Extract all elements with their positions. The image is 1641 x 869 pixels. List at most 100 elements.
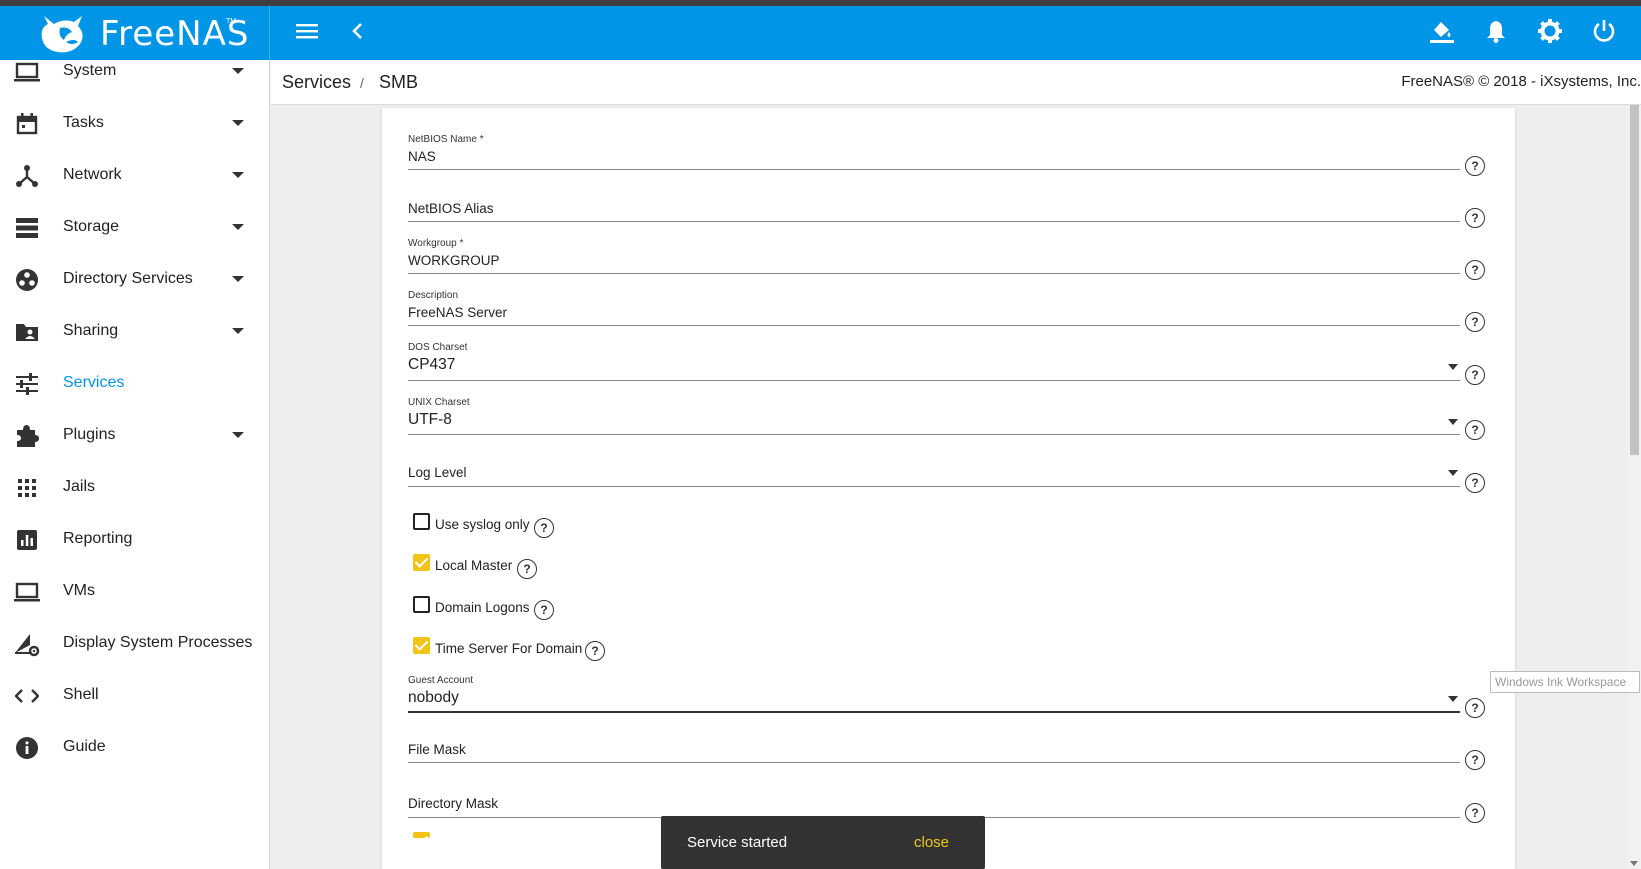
trademark: TM bbox=[226, 18, 237, 25]
sidebar-item-label: Guide bbox=[63, 738, 106, 755]
scroll-down-arrow-icon[interactable] bbox=[1630, 861, 1638, 866]
page-scrollbar[interactable] bbox=[1627, 105, 1641, 869]
grid-icon bbox=[14, 475, 40, 501]
sidebar-item-jails[interactable]: Jails bbox=[0, 466, 270, 510]
dropdown-arrow-icon bbox=[1448, 364, 1458, 370]
local-master-checkbox[interactable] bbox=[413, 554, 430, 571]
local-master-label: Local Master bbox=[435, 558, 513, 573]
breadcrumb-current: SMB bbox=[379, 72, 419, 92]
sidebar-item-shell[interactable]: Shell bbox=[0, 674, 270, 718]
netbios-name-field[interactable]: NetBIOS Name * NAS bbox=[408, 134, 1460, 174]
caret-down-icon bbox=[232, 224, 244, 230]
sidebar-item-reporting[interactable]: Reporting bbox=[0, 518, 270, 562]
field-underline bbox=[408, 221, 1460, 222]
copyright-text: FreeNAS® © 2018 - iXsystems, Inc. bbox=[1401, 73, 1641, 90]
menu-button[interactable] bbox=[293, 19, 321, 47]
domain-logons-checkbox[interactable] bbox=[413, 596, 430, 613]
dos-charset-value: CP437 bbox=[408, 356, 456, 373]
guest-account-select[interactable]: Guest Account nobody bbox=[408, 675, 1460, 719]
sidebar-item-tasks[interactable]: Tasks bbox=[0, 102, 270, 146]
notifications-button[interactable] bbox=[1482, 19, 1510, 47]
file-mask-placeholder: File Mask bbox=[408, 742, 466, 757]
chart-icon bbox=[14, 527, 40, 553]
sidebar-item-system[interactable]: System bbox=[0, 50, 270, 94]
sliders-icon bbox=[14, 371, 40, 397]
help-icon[interactable]: ? bbox=[1465, 312, 1485, 332]
sidebar-item-services[interactable]: Services bbox=[0, 362, 270, 406]
description-field[interactable]: Description FreeNAS Server bbox=[408, 290, 1460, 330]
field-underline bbox=[408, 762, 1460, 763]
guest-account-label: Guest Account bbox=[408, 675, 474, 686]
caret-down-icon bbox=[232, 172, 244, 178]
sidebar-item-label: Storage bbox=[63, 218, 120, 235]
sidebar-item-label: Directory Services bbox=[63, 270, 193, 287]
time-server-checkbox[interactable] bbox=[413, 637, 430, 654]
scrollbar-thumb[interactable] bbox=[1630, 105, 1639, 455]
help-icon[interactable]: ? bbox=[1465, 750, 1485, 770]
laptop-icon bbox=[14, 59, 40, 85]
workgroup-input[interactable]: WORKGROUP bbox=[408, 253, 500, 268]
snackbar-message: Service started bbox=[687, 834, 788, 851]
sidebar-item-sharing[interactable]: Sharing bbox=[0, 310, 270, 354]
unix-charset-select[interactable]: UNIX Charset UTF-8 bbox=[408, 397, 1460, 441]
next-checkbox-partial[interactable] bbox=[413, 832, 430, 838]
theme-button[interactable] bbox=[1428, 19, 1456, 47]
netbios-alias-field[interactable]: NetBIOS Alias bbox=[408, 200, 1460, 230]
help-icon[interactable]: ? bbox=[517, 559, 537, 579]
sidebar-item-guide[interactable]: Guide bbox=[0, 726, 270, 770]
back-chevron-icon bbox=[351, 22, 363, 45]
help-icon[interactable]: ? bbox=[1465, 420, 1485, 440]
field-underline bbox=[408, 169, 1460, 170]
help-icon[interactable]: ? bbox=[1465, 365, 1485, 385]
sidebar-item-label: Reporting bbox=[63, 530, 133, 547]
use-syslog-only-checkbox[interactable] bbox=[413, 513, 430, 530]
field-underline bbox=[408, 486, 1460, 487]
field-underline bbox=[408, 434, 1460, 435]
breadcrumb-services-link[interactable]: Services bbox=[282, 72, 351, 93]
help-icon[interactable]: ? bbox=[1465, 156, 1485, 176]
description-input[interactable]: FreeNAS Server bbox=[408, 305, 507, 320]
snackbar-close-button[interactable]: close bbox=[914, 834, 949, 851]
netbios-name-input[interactable]: NAS bbox=[408, 149, 436, 164]
netbios-name-label: NetBIOS Name * bbox=[408, 134, 484, 145]
field-underline bbox=[408, 325, 1460, 326]
help-icon[interactable]: ? bbox=[585, 641, 605, 661]
help-icon[interactable]: ? bbox=[1465, 260, 1485, 280]
directory-icon bbox=[14, 267, 40, 293]
help-icon[interactable]: ? bbox=[534, 600, 554, 620]
back-button[interactable] bbox=[343, 19, 371, 47]
help-icon[interactable]: ? bbox=[1465, 698, 1485, 718]
storage-icon bbox=[14, 215, 40, 241]
sidebar-item-storage[interactable]: Storage bbox=[0, 206, 270, 250]
field-underline bbox=[408, 380, 1460, 381]
snackbar: Service started close bbox=[661, 816, 985, 869]
power-button[interactable] bbox=[1590, 19, 1618, 47]
settings-button[interactable] bbox=[1536, 18, 1564, 48]
workgroup-field[interactable]: Workgroup * WORKGROUP bbox=[408, 238, 1460, 278]
help-icon[interactable]: ? bbox=[534, 518, 554, 538]
file-mask-field[interactable]: File Mask bbox=[408, 741, 1460, 771]
help-icon[interactable]: ? bbox=[1465, 473, 1485, 493]
help-icon[interactable]: ? bbox=[1465, 803, 1485, 823]
sidebar-item-display-system-processes[interactable]: Display System Processes bbox=[0, 622, 270, 666]
dropdown-arrow-icon bbox=[1448, 419, 1458, 425]
sidebar-item-plugins[interactable]: Plugins bbox=[0, 414, 270, 458]
unix-charset-value: UTF-8 bbox=[408, 411, 452, 428]
workgroup-label: Workgroup * bbox=[408, 238, 464, 249]
sidebar-item-vms[interactable]: VMs bbox=[0, 570, 270, 614]
caret-down-icon bbox=[232, 432, 244, 438]
sidebar-item-label: VMs bbox=[63, 582, 95, 599]
sidebar-item-label: System bbox=[63, 62, 117, 79]
network-icon bbox=[14, 163, 40, 189]
gear-icon bbox=[1538, 18, 1562, 48]
log-level-select[interactable]: Log Level bbox=[408, 464, 1460, 494]
dos-charset-select[interactable]: DOS Charset CP437 bbox=[408, 342, 1460, 386]
caret-down-icon bbox=[232, 276, 244, 282]
domain-logons-label: Domain Logons bbox=[435, 600, 530, 615]
sidebar-item-network[interactable]: Network bbox=[0, 154, 270, 198]
sidebar-item-directory-services[interactable]: Directory Services bbox=[0, 258, 270, 302]
folder-shared-icon bbox=[14, 319, 40, 345]
content-area: NetBIOS Name * NAS ? NetBIOS Alias ? Wor… bbox=[271, 105, 1641, 869]
sidebar-item-label: Network bbox=[63, 166, 122, 183]
help-icon[interactable]: ? bbox=[1465, 208, 1485, 228]
